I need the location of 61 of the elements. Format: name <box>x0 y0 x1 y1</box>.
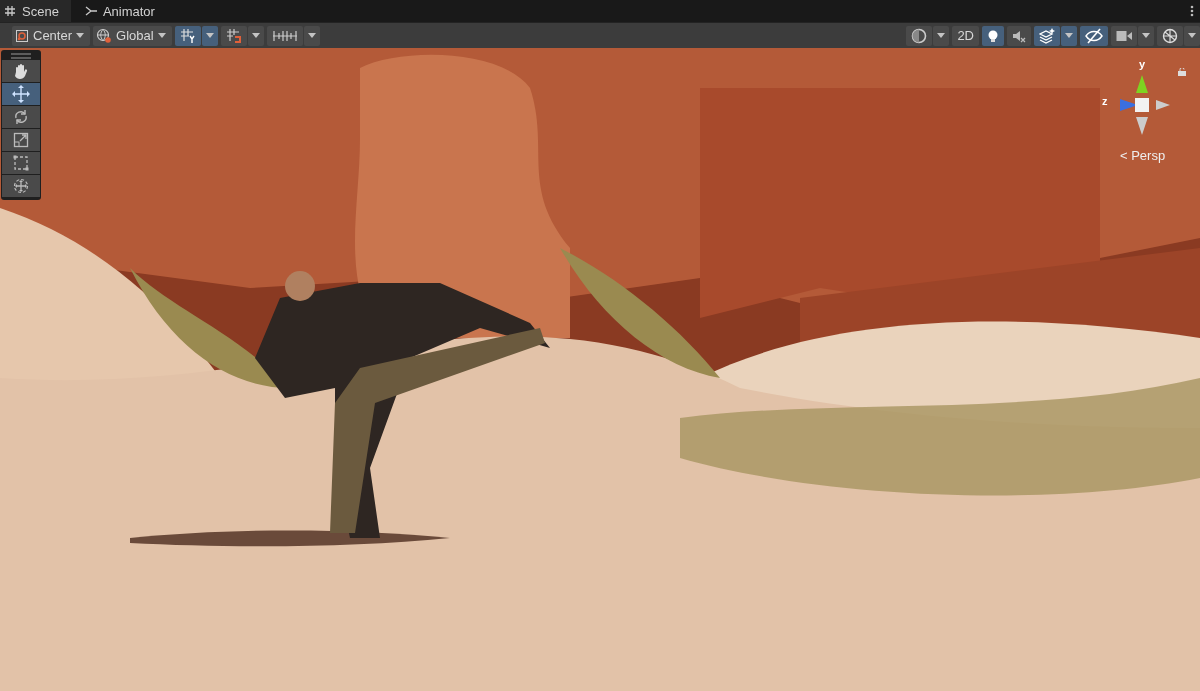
tool-button[interactable] <box>2 152 40 174</box>
dropdown-arrow-button[interactable] <box>247 25 264 46</box>
caret-icon <box>157 33 166 38</box>
grid-snap-icon <box>179 27 196 44</box>
sphere-icon <box>911 27 928 44</box>
caret-icon <box>937 33 946 38</box>
toolbar-toggle-button[interactable] <box>1007 25 1031 46</box>
speaker-muted-icon <box>1012 28 1026 43</box>
pivot-icon <box>15 28 29 43</box>
caret-icon <box>1142 33 1150 38</box>
caret-icon <box>251 33 260 38</box>
rotate-icon <box>13 109 29 125</box>
lock-icon <box>1178 68 1186 76</box>
drag-handle-icon <box>11 53 31 59</box>
rect-tool-icon <box>13 155 29 171</box>
caret-icon <box>205 33 214 38</box>
dropdown-arrow-button[interactable] <box>303 25 320 46</box>
projection-toggle[interactable]: < Persp <box>1120 148 1166 163</box>
layers-sparkle-icon <box>1039 27 1055 44</box>
more-menu-icon <box>1190 5 1194 17</box>
toolbar-toggle-button[interactable] <box>1080 25 1108 46</box>
tool-button[interactable] <box>2 175 40 197</box>
toolbar-toggle-button[interactable] <box>174 25 201 46</box>
toolbar-toggle-button[interactable] <box>1111 25 1137 46</box>
tool-button[interactable] <box>2 129 40 151</box>
branch-icon <box>84 5 97 17</box>
dropdown-arrow-button[interactable] <box>1061 25 1077 46</box>
dropdown-arrow-button[interactable] <box>1138 25 1154 46</box>
toolbar-toggle-button[interactable] <box>266 25 303 46</box>
move-arrows-icon <box>12 85 30 103</box>
magnet-icon <box>225 27 242 44</box>
tool-button[interactable] <box>2 83 40 105</box>
axis-label: z <box>1102 95 1108 107</box>
dropdown-button[interactable]: Global <box>93 25 172 46</box>
toolbar-toggle-button[interactable] <box>1034 25 1060 46</box>
dropdown-arrow-button[interactable] <box>933 25 950 46</box>
caret-icon <box>1065 33 1073 38</box>
tool-button[interactable] <box>2 60 40 82</box>
transform-icon <box>12 177 30 195</box>
gizmo-globe-icon <box>1162 27 1178 44</box>
light-bulb-icon <box>987 29 999 42</box>
dropdown-arrow-button[interactable] <box>1184 25 1200 46</box>
toolbar-toggle-button[interactable] <box>1157 25 1183 46</box>
tab[interactable]: Animator <box>70 0 167 22</box>
toolbar-toggle-button[interactable] <box>220 25 247 46</box>
caret-icon <box>76 33 85 38</box>
caret-icon <box>1188 33 1196 38</box>
2d-toggle-button[interactable]: 2D <box>952 25 979 46</box>
axis-label: y <box>1139 58 1146 70</box>
dropdown-button[interactable]: Center <box>12 25 91 46</box>
toolbar-toggle-button[interactable] <box>906 25 933 46</box>
dropdown-arrow-button[interactable] <box>201 25 218 46</box>
toolbar-toggle-button[interactable] <box>982 25 1004 46</box>
eye-slash-icon <box>1085 27 1103 44</box>
tool-button[interactable] <box>2 106 40 128</box>
hand-icon <box>13 63 29 79</box>
scale-icon <box>13 132 29 148</box>
globe-icon <box>96 27 113 44</box>
caret-icon <box>307 33 316 38</box>
tab[interactable]: Scene <box>0 0 71 22</box>
grid-icon <box>4 5 16 17</box>
